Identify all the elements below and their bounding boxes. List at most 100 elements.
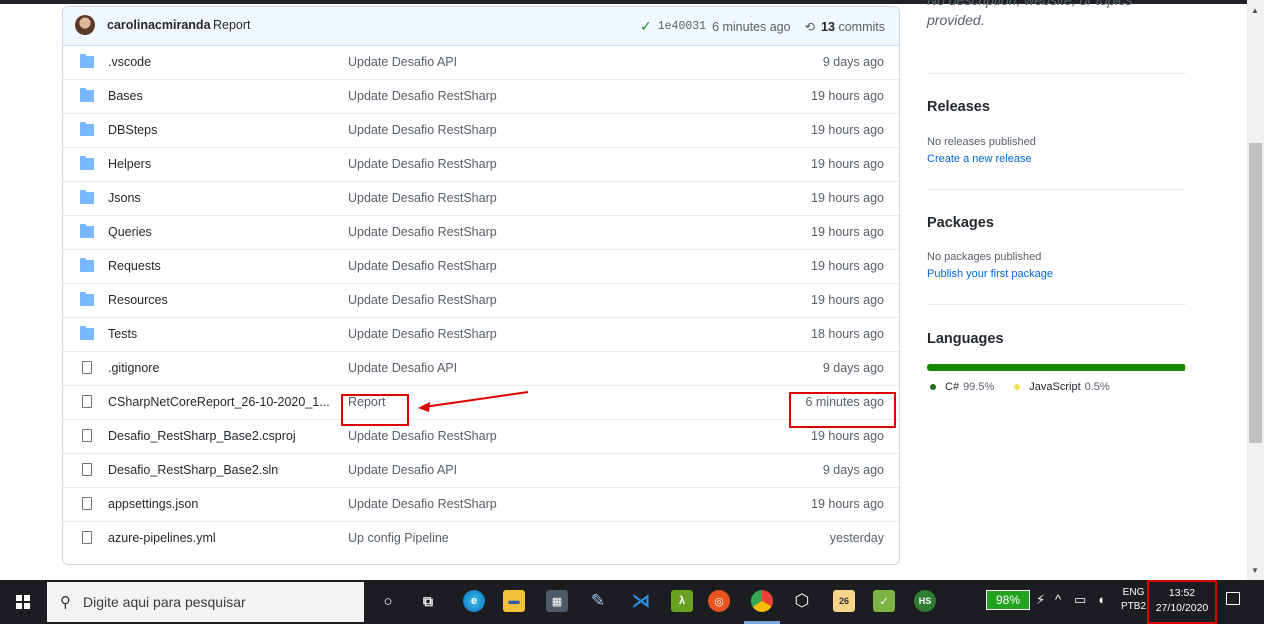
avatar[interactable] — [75, 15, 95, 35]
commit-message-link[interactable]: Update Desafio API — [348, 55, 457, 69]
chevron-up-icon[interactable]: ^ — [1055, 592, 1061, 607]
table-row[interactable]: Bases Update Desafio RestSharp 19 hours ag… — [63, 79, 899, 113]
commit-message-link[interactable]: Update Desafio RestSharp — [348, 191, 497, 205]
commit-sha[interactable]: 1e40031 — [658, 20, 706, 33]
packages-title[interactable]: Packages — [927, 215, 994, 231]
releases-title[interactable]: Releases — [927, 99, 990, 115]
commit-age: 19 hours ago — [811, 191, 884, 205]
table-row[interactable]: Queries Update Desafio RestSharp 19 hours … — [63, 215, 899, 249]
commits-link[interactable]: 13 commits — [821, 20, 885, 34]
virtualbox-icon[interactable]: ⬡ — [791, 590, 813, 612]
table-row[interactable]: .vscode Update Desafio API 9 days ago — [63, 46, 899, 79]
vertical-scrollbar[interactable]: ▲ ▼ — [1247, 0, 1264, 580]
commit-message-link[interactable]: Update Desafio RestSharp — [348, 293, 497, 307]
volume-icon[interactable]: ◖ — [1097, 592, 1105, 607]
table-row[interactable]: Tests Update Desafio RestSharp 18 hours ag… — [63, 317, 899, 351]
tasks-app-icon[interactable]: ✓ — [873, 590, 895, 612]
commit-age: 19 hours ago — [811, 293, 884, 307]
lambda-icon[interactable]: λ — [671, 590, 693, 612]
releases-status: No releases published — [927, 136, 1036, 148]
commit-message[interactable]: Report — [213, 18, 251, 32]
commit-author[interactable]: carolinacmiranda — [107, 18, 211, 32]
folder-icon — [80, 54, 94, 68]
table-row[interactable]: azure-pipelines.yml Up config Pipeline yes… — [63, 521, 899, 555]
commit-message-link[interactable]: Update Desafio RestSharp — [348, 157, 497, 171]
table-row[interactable]: Desafio_RestSharp_Base2.csproj Update Des… — [63, 419, 899, 453]
folder-icon — [80, 258, 94, 272]
file-list: .vscode Update Desafio API 9 days ago Bases… — [63, 46, 899, 555]
publish-package-link[interactable]: Publish your first package — [927, 268, 1053, 280]
file-icon — [82, 429, 92, 442]
language-item[interactable]: C# 99.5% — [930, 381, 994, 393]
file-name[interactable]: Helpers — [108, 157, 151, 171]
calendar-app-icon[interactable]: 26 — [833, 590, 855, 612]
edge-icon[interactable]: e — [463, 590, 485, 612]
file-name[interactable]: appsettings.json — [108, 497, 198, 511]
scroll-down-icon[interactable]: ▼ — [1251, 566, 1259, 575]
battery-indicator[interactable]: 98% — [986, 590, 1030, 610]
language-item[interactable]: JavaScript 0.5% — [1014, 381, 1110, 393]
commit-message-link[interactable]: Update Desafio RestSharp — [348, 327, 497, 341]
file-name[interactable]: azure-pipelines.yml — [108, 531, 216, 545]
language-color-dot — [1014, 384, 1021, 391]
commit-message-link[interactable]: Update Desafio API — [348, 361, 457, 375]
file-name[interactable]: Requests — [108, 259, 161, 273]
file-name[interactable]: Tests — [108, 327, 137, 341]
ubuntu-icon[interactable]: ◎ — [708, 590, 730, 612]
table-row[interactable]: Resources Update Desafio RestSharp 19 hour… — [63, 283, 899, 317]
commit-age: 6 minutes ago — [712, 19, 791, 34]
commit-message-link[interactable]: Update Desafio RestSharp — [348, 123, 497, 137]
commit-age: 9 days ago — [822, 55, 884, 69]
commit-message-link[interactable]: Update Desafio RestSharp — [348, 225, 497, 239]
file-name[interactable]: Bases — [108, 89, 143, 103]
calculator-icon[interactable]: ▦ — [546, 590, 568, 612]
input-language[interactable]: ENG PTB2 — [1121, 586, 1146, 614]
file-name[interactable]: Desafio_RestSharp_Base2.sln — [108, 463, 278, 477]
file-name[interactable]: Desafio_RestSharp_Base2.csproj — [108, 429, 296, 443]
taskbar-search[interactable]: ⚲ Digite aqui para pesquisar — [47, 582, 364, 622]
clock[interactable]: 13:52 27/10/2020 — [1147, 580, 1217, 624]
commit-message-link[interactable]: Up config Pipeline — [348, 531, 449, 545]
table-row[interactable]: Desafio_RestSharp_Base2.sln Update Desafi… — [63, 453, 899, 487]
vscode-icon[interactable]: ⋊ — [630, 590, 652, 612]
languages-bar — [927, 364, 1186, 371]
file-name[interactable]: DBSteps — [108, 123, 157, 137]
file-name[interactable]: Jsons — [108, 191, 141, 205]
commit-message-link[interactable]: Update Desafio RestSharp — [348, 89, 497, 103]
file-name[interactable]: CSharpNetCoreReport_26-10-2020_1... — [108, 395, 330, 409]
file-name[interactable]: .gitignore — [108, 361, 159, 375]
folder-icon — [80, 156, 94, 170]
file-name[interactable]: .vscode — [108, 55, 151, 69]
table-row[interactable]: Helpers Update Desafio RestSharp 19 hours … — [63, 147, 899, 181]
scroll-up-icon[interactable]: ▲ — [1251, 6, 1259, 15]
chrome-icon[interactable] — [751, 590, 773, 612]
cortana-icon[interactable]: ○ — [377, 590, 399, 612]
packages-status: No packages published — [927, 251, 1042, 263]
file-name[interactable]: Resources — [108, 293, 168, 307]
create-release-link[interactable]: Create a new release — [927, 153, 1032, 165]
file-table: carolinacmiranda Report ✓ 1e40031 6 minu… — [62, 6, 900, 565]
network-icon[interactable]: ▭ — [1074, 592, 1086, 608]
commit-message-link[interactable]: Update Desafio RestSharp — [348, 429, 497, 443]
notification-icon[interactable] — [1226, 592, 1240, 605]
notepad-icon[interactable]: ✎ — [587, 590, 609, 612]
table-row[interactable]: Jsons Update Desafio RestSharp 19 hours ag… — [63, 181, 899, 215]
commit-message-link[interactable]: Update Desafio RestSharp — [348, 497, 497, 511]
scrollbar-thumb[interactable] — [1249, 143, 1262, 443]
commit-age: 9 days ago — [822, 361, 884, 375]
power-icon[interactable]: ⚡ — [1036, 592, 1045, 608]
table-row[interactable]: Requests Update Desafio RestSharp 19 hours… — [63, 249, 899, 283]
file-explorer-icon[interactable]: ▬ — [503, 590, 525, 612]
windows-start-icon[interactable] — [16, 595, 30, 609]
task-view-icon[interactable]: ⧉ — [417, 590, 439, 612]
file-name[interactable]: Queries — [108, 225, 152, 239]
commit-message-link[interactable]: Update Desafio API — [348, 463, 457, 477]
table-row[interactable]: .gitignore Update Desafio API 9 days ago — [63, 351, 899, 385]
table-row[interactable]: appsettings.json Update Desafio RestSharp… — [63, 487, 899, 521]
commit-message-link[interactable]: Update Desafio RestSharp — [348, 259, 497, 273]
latest-commit-bar: carolinacmiranda Report ✓ 1e40031 6 minu… — [63, 7, 899, 46]
language-color-dot — [930, 384, 936, 391]
hs-app-icon[interactable]: HS — [914, 590, 936, 612]
highlight-report-box — [341, 394, 409, 426]
table-row[interactable]: DBSteps Update Desafio RestSharp 19 hours … — [63, 113, 899, 147]
